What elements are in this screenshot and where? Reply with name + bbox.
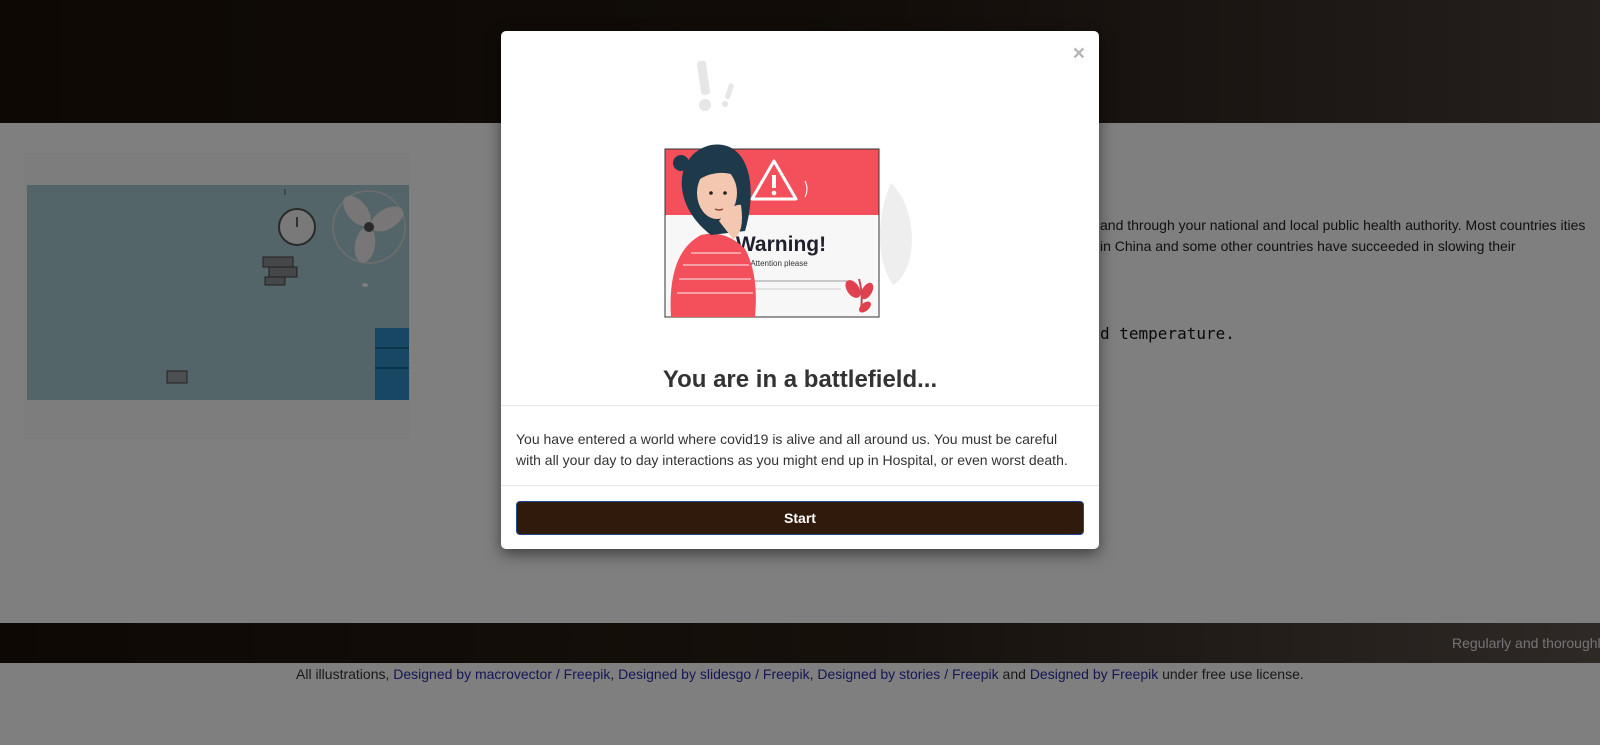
modal-divider-bottom	[501, 485, 1099, 486]
warning-modal: × Warning! Attention please You are in a…	[501, 31, 1099, 549]
modal-title: You are in a battlefield...	[662, 366, 938, 393]
start-button[interactable]: Start	[516, 501, 1084, 535]
illustration-heading: Warning!	[736, 233, 826, 256]
illustration-subheading: Attention please	[750, 259, 808, 268]
modal-body-text: You have entered a world where covid19 i…	[516, 431, 1068, 468]
warning-illustration: Warning! Attention please	[661, 53, 941, 333]
close-button[interactable]: ×	[1073, 43, 1085, 64]
modal-divider-top	[501, 405, 1099, 406]
